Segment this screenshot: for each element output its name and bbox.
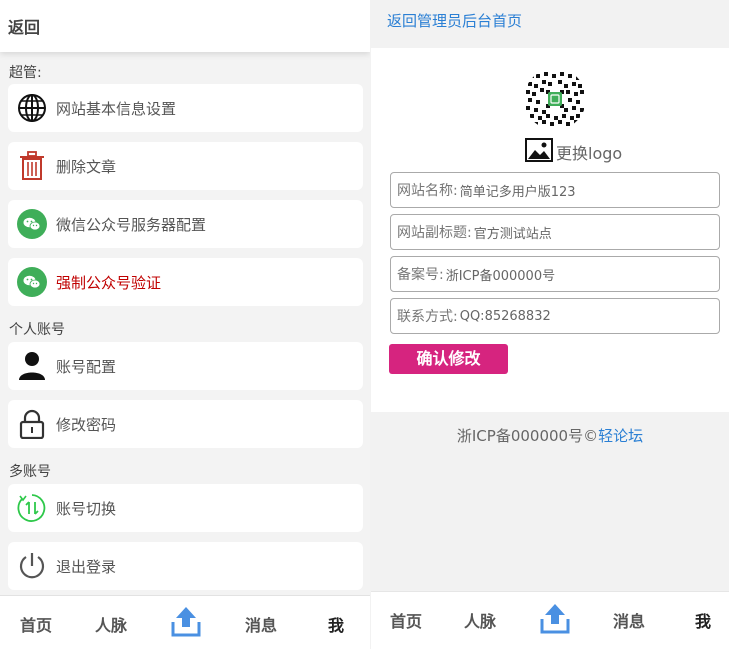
site-subtitle-field[interactable]: 网站副标题: 官方测试站点: [390, 214, 720, 250]
menu-item-label: 强制公众号验证: [56, 273, 162, 292]
user-icon: [16, 350, 48, 382]
menu-item-label: 修改密码: [56, 415, 117, 434]
tab-me[interactable]: 我: [695, 608, 711, 632]
lock-icon: [16, 408, 48, 440]
section-label-personal: 个人账号: [9, 322, 65, 338]
menu-item-label: 账号切换: [56, 499, 117, 518]
field-label: 备案号:: [397, 267, 444, 283]
field-label: 网站名称:: [397, 183, 458, 199]
power-icon: [16, 550, 48, 582]
admin-home-link[interactable]: 返回管理员后台首页: [387, 10, 522, 31]
menu-item-account-config[interactable]: 账号配置: [8, 342, 363, 390]
menu-item-label: 微信公众号服务器配置: [56, 215, 207, 234]
bottom-tab-bar: 首页 人脉 消息 我: [0, 595, 370, 649]
menu-item-wechat-server[interactable]: 微信公众号服务器配置: [8, 200, 363, 248]
tab-home[interactable]: 首页: [20, 612, 52, 636]
top-bar: 返回: [0, 0, 370, 52]
menu-item-switch-account[interactable]: 账号切换: [8, 484, 363, 532]
wechat-icon: [16, 208, 48, 240]
section-label-admin: 超管:: [9, 65, 42, 81]
tab-me[interactable]: 我: [328, 612, 344, 636]
menu-item-change-password[interactable]: 修改密码: [8, 400, 363, 448]
menu-item-label: 账号配置: [56, 357, 117, 376]
footer: 浙ICP备000000号©轻论坛: [371, 425, 729, 446]
wechat-icon: [16, 266, 48, 298]
menu-item-label: 删除文章: [56, 157, 117, 176]
change-logo-label: 更换logo: [556, 144, 623, 163]
image-icon: [525, 138, 553, 166]
field-value: 官方测试站点: [473, 226, 552, 242]
menu-item-force-verify[interactable]: 强制公众号验证: [8, 258, 363, 306]
confirm-button[interactable]: 确认修改: [389, 344, 508, 374]
menu-item-label: 退出登录: [56, 557, 117, 576]
contact-field[interactable]: 联系方式: QQ:85268832: [390, 298, 720, 334]
globe-icon: [16, 92, 48, 124]
tab-contacts[interactable]: 人脉: [464, 608, 496, 632]
site-name-field[interactable]: 网站名称: 简单记多用户版123: [390, 172, 720, 208]
tab-home[interactable]: 首页: [390, 608, 422, 632]
upload-icon[interactable]: [539, 602, 571, 640]
field-label: 联系方式:: [397, 309, 458, 325]
section-label-multi: 多账号: [9, 464, 51, 480]
trash-icon: [16, 150, 48, 182]
site-settings-panel: 更换logo 网站名称: 简单记多用户版123 网站副标题: 官方测试站点 备案…: [371, 48, 729, 412]
footer-link[interactable]: 轻论坛: [598, 427, 643, 445]
tab-messages[interactable]: 消息: [245, 612, 277, 636]
menu-item-delete-article[interactable]: 删除文章: [8, 142, 363, 190]
menu-item-label: 网站基本信息设置: [56, 99, 177, 118]
footer-text: 浙ICP备000000号©: [456, 427, 599, 445]
menu-pane: 返回 超管: 网站基本信息设置 删除文章 微信公众号服务器配置 强制公众号验证 …: [0, 0, 370, 649]
change-logo-button[interactable]: 更换logo: [525, 138, 622, 166]
bottom-tab-bar: 首页 人脉 消息 我: [371, 591, 729, 649]
field-label: 网站副标题:: [397, 225, 472, 241]
field-value: 简单记多用户版123: [459, 184, 576, 200]
settings-pane: 返回管理员后台首页 更换logo 网站名称: 简单记多用户版123 网站副标题:…: [371, 0, 729, 649]
menu-item-logout[interactable]: 退出登录: [8, 542, 363, 590]
menu-item-site-settings[interactable]: 网站基本信息设置: [8, 84, 363, 132]
tab-messages[interactable]: 消息: [613, 608, 645, 632]
tab-contacts[interactable]: 人脉: [95, 612, 127, 636]
upload-icon[interactable]: [170, 605, 202, 643]
field-value: 浙ICP备000000号: [445, 268, 556, 284]
site-logo-qr: [524, 68, 586, 130]
field-value: QQ:85268832: [459, 308, 551, 324]
icp-number-field[interactable]: 备案号: 浙ICP备000000号: [390, 256, 720, 292]
back-button[interactable]: 返回: [8, 14, 40, 38]
switch-icon: [16, 492, 48, 524]
